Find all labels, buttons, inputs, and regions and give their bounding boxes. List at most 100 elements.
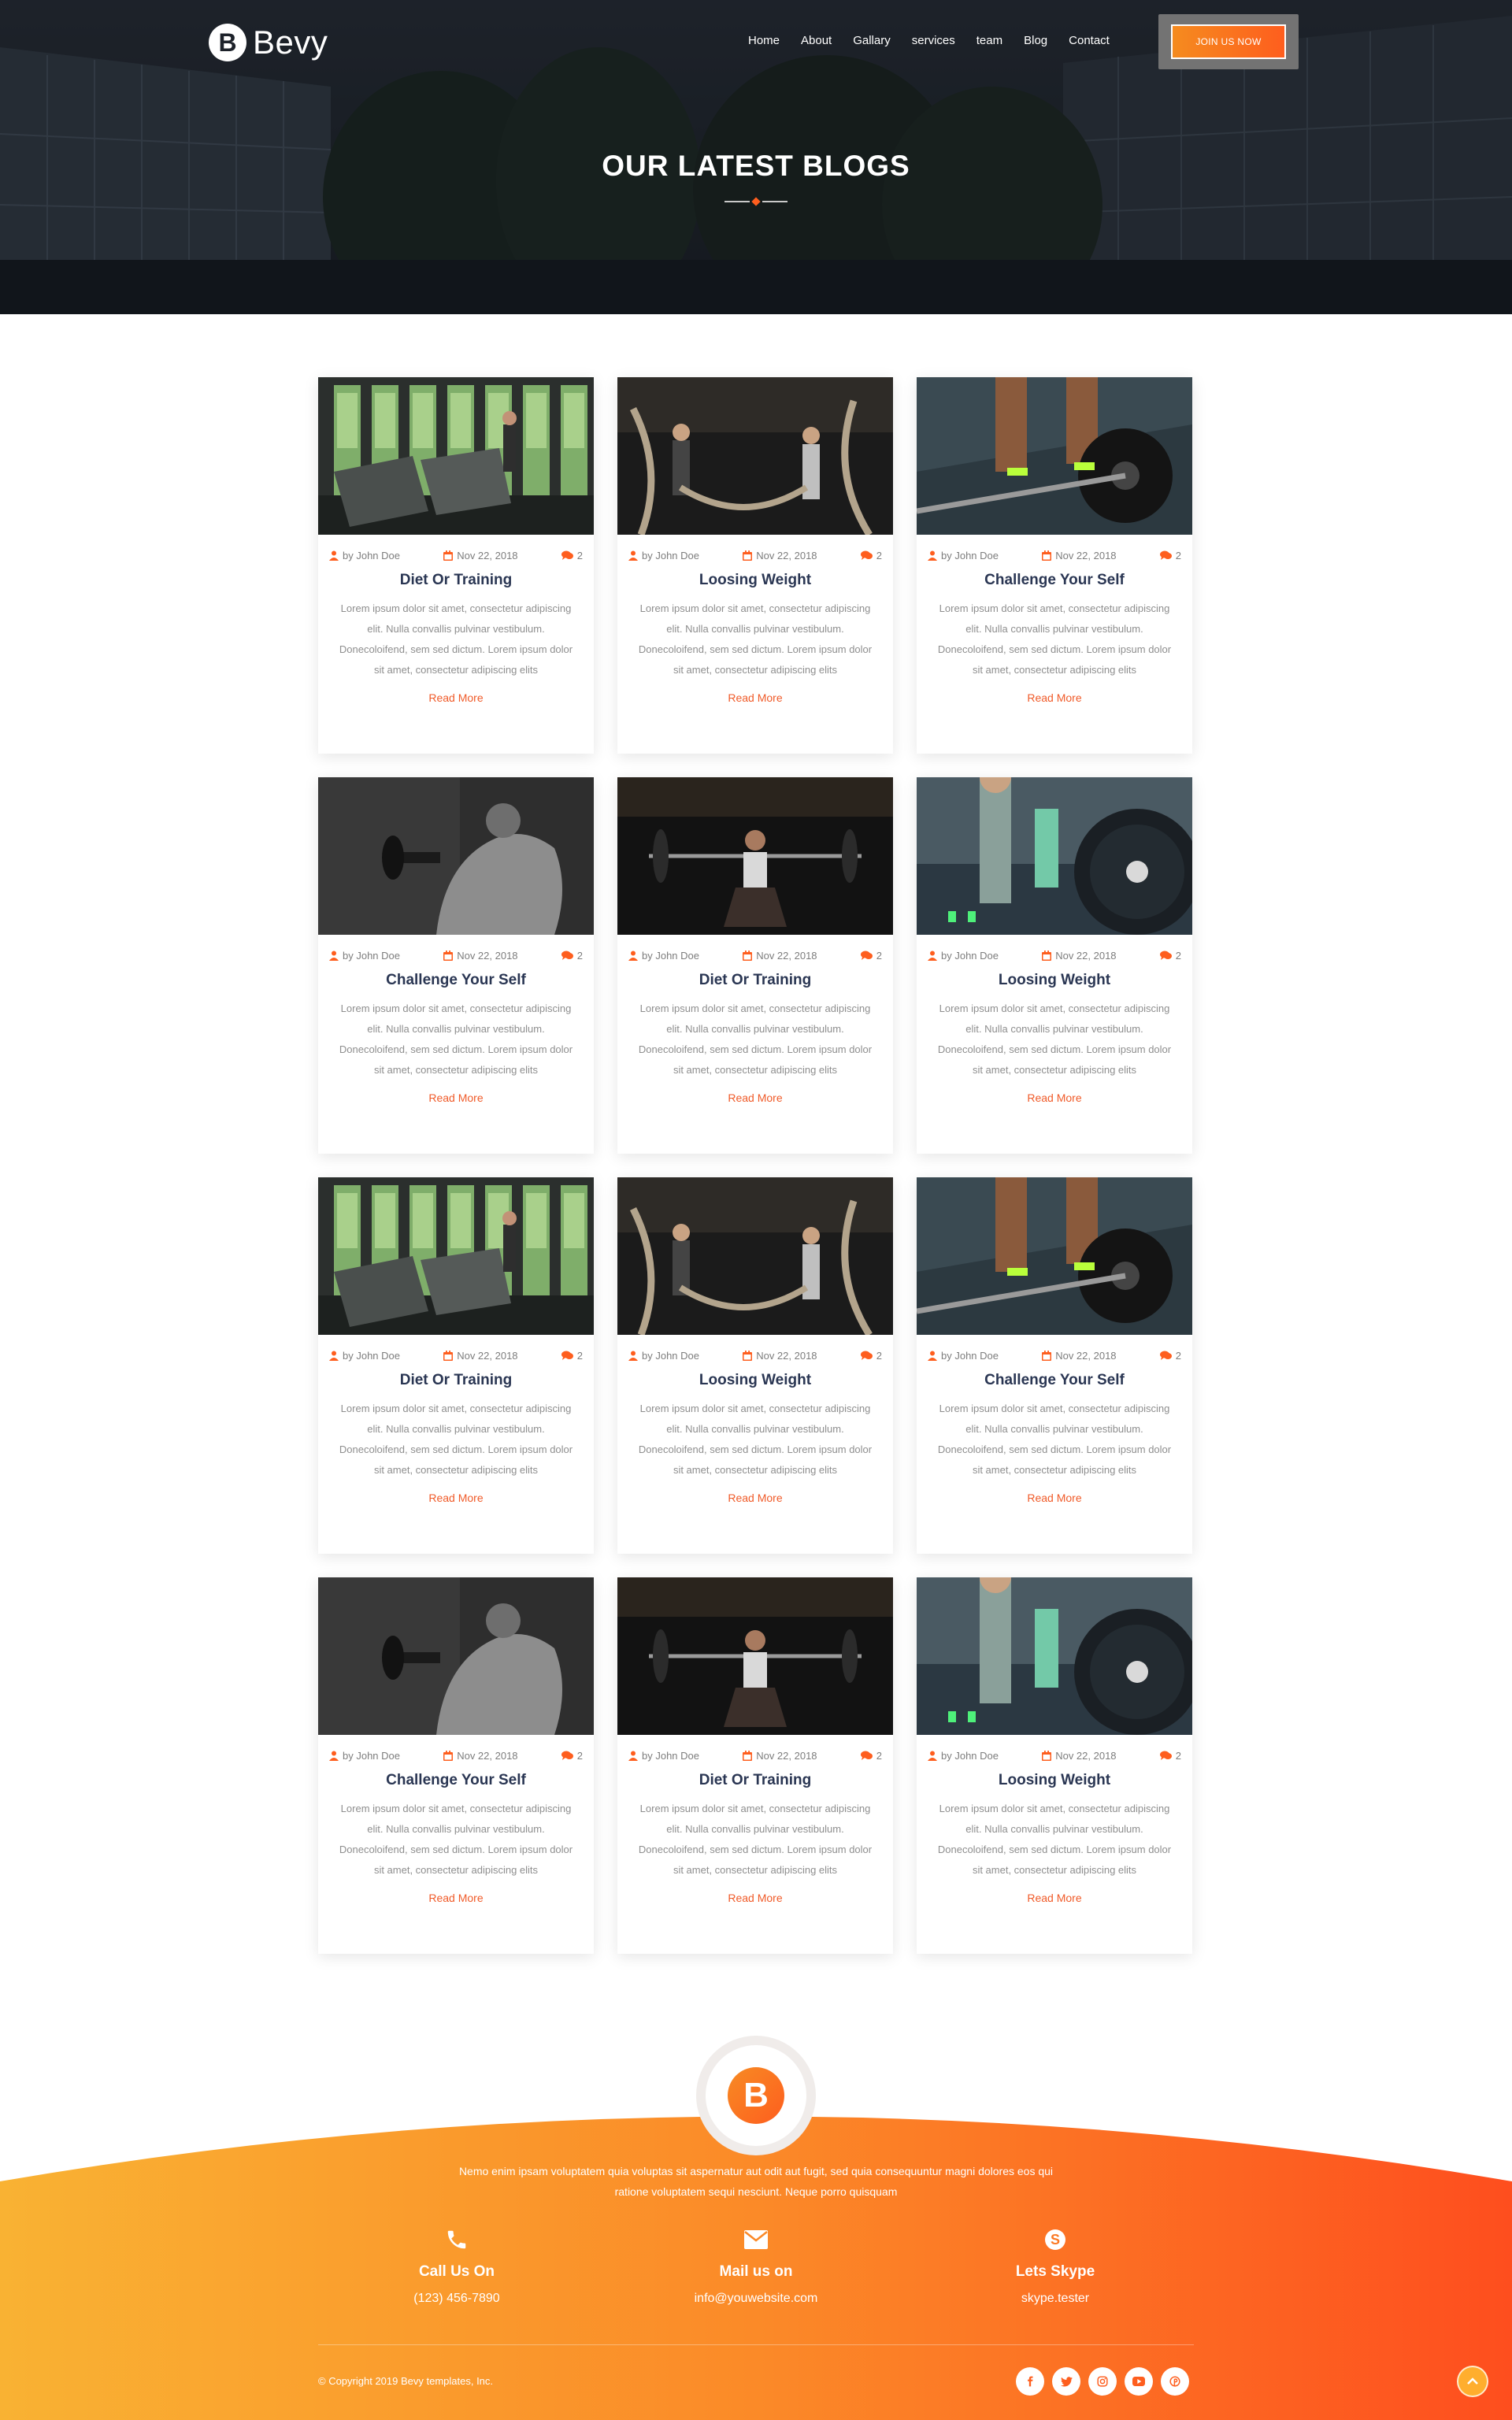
read-more-link[interactable]: Read More bbox=[917, 1492, 1192, 1504]
comment-count[interactable]: 2 bbox=[860, 950, 882, 962]
scroll-to-top-button[interactable] bbox=[1457, 2366, 1488, 2397]
comments-icon bbox=[1159, 951, 1172, 960]
comment-count[interactable]: 2 bbox=[860, 1350, 882, 1362]
pinterest-icon[interactable] bbox=[1161, 2367, 1189, 2396]
blog-card-image[interactable] bbox=[617, 1577, 893, 1735]
blog-card-title[interactable]: Challenge Your Self bbox=[917, 572, 1192, 589]
read-more-link[interactable]: Read More bbox=[917, 691, 1192, 704]
blog-card-title[interactable]: Challenge Your Self bbox=[318, 1772, 594, 1789]
blog-card-excerpt: Lorem ipsum dolor sit amet, consectetur … bbox=[638, 1002, 873, 1076]
read-more-link[interactable]: Read More bbox=[318, 691, 594, 704]
comment-count[interactable]: 2 bbox=[1159, 950, 1181, 962]
contact-mail-value[interactable]: info@youwebsite.com bbox=[622, 2292, 890, 2306]
read-more-link[interactable]: Read More bbox=[318, 1892, 594, 1904]
nav-contact[interactable]: Contact bbox=[1069, 34, 1110, 47]
author[interactable]: by John Doe bbox=[329, 950, 400, 962]
blog-card-image[interactable] bbox=[318, 1577, 594, 1735]
user-icon bbox=[628, 1751, 638, 1761]
comment-count[interactable]: 2 bbox=[561, 1350, 583, 1362]
join-us-button[interactable]: JOIN US NOW bbox=[1171, 24, 1286, 59]
author[interactable]: by John Doe bbox=[928, 550, 999, 561]
author[interactable]: by John Doe bbox=[628, 1750, 699, 1762]
svg-text:S: S bbox=[1051, 2232, 1060, 2248]
nav-gallary[interactable]: Gallary bbox=[853, 34, 891, 47]
comment-count[interactable]: 2 bbox=[860, 550, 882, 561]
read-more-link[interactable]: Read More bbox=[318, 1091, 594, 1104]
comment-count[interactable]: 2 bbox=[1159, 550, 1181, 561]
nav-home[interactable]: Home bbox=[748, 34, 780, 47]
read-more-link[interactable]: Read More bbox=[917, 1892, 1192, 1904]
blog-card-title[interactable]: Diet Or Training bbox=[318, 1372, 594, 1389]
comments-icon bbox=[1159, 1751, 1172, 1760]
author-name: by John Doe bbox=[941, 1749, 999, 1762]
author[interactable]: by John Doe bbox=[329, 1350, 400, 1362]
post-date: Nov 22, 2018 bbox=[1042, 1350, 1117, 1362]
calendar-icon bbox=[443, 550, 454, 561]
nav-blog[interactable]: Blog bbox=[1024, 34, 1047, 47]
blog-card-image[interactable] bbox=[917, 1177, 1192, 1335]
nav-team[interactable]: team bbox=[976, 34, 1002, 47]
blog-card-image[interactable] bbox=[617, 377, 893, 535]
read-more-link[interactable]: Read More bbox=[617, 691, 893, 704]
footer-logo[interactable]: B bbox=[696, 2036, 816, 2155]
logo-text: Bevy bbox=[253, 24, 328, 61]
blog-card-image[interactable] bbox=[318, 377, 594, 535]
blog-card-title[interactable]: Diet Or Training bbox=[318, 572, 594, 589]
comments-icon bbox=[860, 550, 873, 560]
blog-card-title[interactable]: Loosing Weight bbox=[617, 572, 893, 589]
main-nav: Home About Gallary services team Blog Co… bbox=[748, 34, 1131, 47]
blog-card-excerpt: Lorem ipsum dolor sit amet, consectetur … bbox=[937, 1002, 1172, 1076]
read-more-link[interactable]: Read More bbox=[617, 1492, 893, 1504]
blog-card-title[interactable]: Diet Or Training bbox=[617, 1772, 893, 1789]
comment-count[interactable]: 2 bbox=[1159, 1750, 1181, 1762]
author-name: by John Doe bbox=[941, 549, 999, 561]
author[interactable]: by John Doe bbox=[628, 550, 699, 561]
blog-card-image[interactable] bbox=[318, 777, 594, 935]
read-more-link[interactable]: Read More bbox=[917, 1091, 1192, 1104]
comment-count[interactable]: 2 bbox=[860, 1750, 882, 1762]
author[interactable]: by John Doe bbox=[329, 1750, 400, 1762]
blog-card-meta: by John Doe Nov 22, 2018 2 bbox=[617, 1749, 893, 1762]
user-icon bbox=[928, 1751, 937, 1761]
blog-card-image[interactable] bbox=[318, 1177, 594, 1335]
comment-count[interactable]: 2 bbox=[561, 1750, 583, 1762]
blog-card-image[interactable] bbox=[917, 777, 1192, 935]
blog-card-title[interactable]: Loosing Weight bbox=[617, 1372, 893, 1389]
blog-card-title[interactable]: Loosing Weight bbox=[917, 972, 1192, 989]
twitter-icon[interactable] bbox=[1052, 2367, 1080, 2396]
comment-count[interactable]: 2 bbox=[561, 950, 583, 962]
date-text: Nov 22, 2018 bbox=[457, 949, 518, 962]
blog-card: by John Doe Nov 22, 2018 2 Challenge You… bbox=[917, 1177, 1192, 1554]
blog-card-image[interactable] bbox=[617, 777, 893, 935]
blog-card-title[interactable]: Loosing Weight bbox=[917, 1772, 1192, 1789]
author[interactable]: by John Doe bbox=[628, 950, 699, 962]
blog-card-title[interactable]: Diet Or Training bbox=[617, 972, 893, 989]
instagram-icon[interactable] bbox=[1088, 2367, 1117, 2396]
logo-mark-icon: B bbox=[209, 24, 246, 61]
author[interactable]: by John Doe bbox=[928, 950, 999, 962]
blog-card-image[interactable] bbox=[917, 1577, 1192, 1735]
blog-card-meta: by John Doe Nov 22, 2018 2 bbox=[917, 1749, 1192, 1762]
read-more-link[interactable]: Read More bbox=[318, 1492, 594, 1504]
skype-icon: S bbox=[921, 2227, 1189, 2252]
nav-services[interactable]: services bbox=[912, 34, 955, 47]
nav-about[interactable]: About bbox=[801, 34, 832, 47]
author[interactable]: by John Doe bbox=[628, 1350, 699, 1362]
blog-card-image[interactable] bbox=[617, 1177, 893, 1335]
blog-card-title[interactable]: Challenge Your Self bbox=[318, 972, 594, 989]
read-more-link[interactable]: Read More bbox=[617, 1892, 893, 1904]
author[interactable]: by John Doe bbox=[928, 1750, 999, 1762]
facebook-icon[interactable] bbox=[1016, 2367, 1044, 2396]
blog-card-image[interactable] bbox=[917, 377, 1192, 535]
read-more-link[interactable]: Read More bbox=[617, 1091, 893, 1104]
youtube-icon[interactable] bbox=[1125, 2367, 1153, 2396]
author[interactable]: by John Doe bbox=[928, 1350, 999, 1362]
contact-skype-value[interactable]: skype.tester bbox=[921, 2292, 1189, 2306]
author[interactable]: by John Doe bbox=[329, 550, 400, 561]
blog-card-title[interactable]: Challenge Your Self bbox=[917, 1372, 1192, 1389]
author-name: by John Doe bbox=[343, 549, 400, 561]
comment-count[interactable]: 2 bbox=[1159, 1350, 1181, 1362]
site-logo[interactable]: B Bevy bbox=[209, 24, 328, 61]
contact-phone-value[interactable]: (123) 456-7890 bbox=[323, 2292, 591, 2306]
comment-count[interactable]: 2 bbox=[561, 550, 583, 561]
